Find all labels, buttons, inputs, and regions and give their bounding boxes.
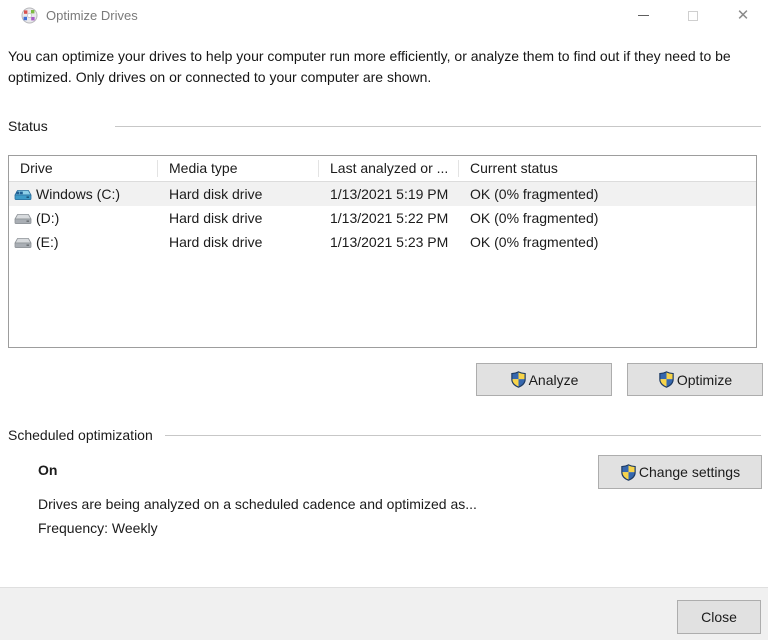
minimize-button[interactable] [618,0,668,31]
drive-icon [14,210,32,226]
close-button-label: Close [701,609,737,625]
media-type-value: Hard disk drive [169,210,263,226]
drive-table: Drive Media type Last analyzed or ... Cu… [8,155,757,348]
close-button[interactable]: Close [677,600,761,634]
column-header-drive[interactable]: Drive [9,160,158,177]
column-header-last-analyzed[interactable]: Last analyzed or ... [319,160,459,177]
current-status-value: OK (0% fragmented) [470,186,599,202]
maximize-icon [688,10,698,21]
current-status-value: OK (0% fragmented) [470,234,599,250]
analyze-button[interactable]: Analyze [476,363,612,396]
scheduled-section-divider [164,434,761,436]
change-settings-button-label: Change settings [638,464,741,480]
drive-name: (D:) [36,210,60,226]
scheduled-section-label: Scheduled optimization [8,427,153,443]
frequency-value: Frequency: Weekly [38,520,158,536]
analyze-button-label: Analyze [528,371,579,388]
table-row[interactable]: Windows (C:) Hard disk drive 1/13/2021 5… [9,182,756,206]
column-header-media-type[interactable]: Media type [158,160,319,177]
last-analyzed-value: 1/13/2021 5:23 PM [330,234,449,250]
window-controls: ✕ [618,0,768,31]
table-row[interactable]: (D:) Hard disk drive 1/13/2021 5:22 PM O… [9,206,756,230]
last-analyzed-value: 1/13/2021 5:22 PM [330,210,449,226]
uac-shield-icon [658,371,675,388]
drive-actions: Analyze Optimize [476,363,763,396]
uac-shield-icon [510,371,527,388]
title-bar: Optimize Drives ✕ [0,0,768,32]
dialog-footer: Close [0,587,768,640]
close-window-button[interactable]: ✕ [718,0,768,31]
status-section-divider [115,125,761,127]
drive-name: (E:) [36,234,59,250]
minimize-icon [637,15,649,16]
scheduled-description: Drives are being analyzed on a scheduled… [38,496,477,512]
drive-icon [14,234,32,250]
dialog-description: You can optimize your drives to help you… [8,48,731,85]
last-analyzed-value: 1/13/2021 5:19 PM [330,186,449,202]
drive-table-header: Drive Media type Last analyzed or ... Cu… [9,156,756,182]
drive-table-body: Windows (C:) Hard disk drive 1/13/2021 5… [9,182,756,254]
media-type-value: Hard disk drive [169,234,263,250]
table-row[interactable]: (E:) Hard disk drive 1/13/2021 5:23 PM O… [9,230,756,254]
optimize-button-label: Optimize [676,371,733,388]
window-title: Optimize Drives [46,8,138,23]
change-settings-button[interactable]: Change settings [598,455,762,489]
close-icon: ✕ [736,7,750,24]
drive-name: Windows (C:) [36,186,121,202]
status-section-label: Status [8,118,48,134]
scheduled-state: On [38,462,58,478]
maximize-button[interactable] [668,0,718,31]
optimize-drives-app-icon [21,7,38,24]
windows-drive-icon [14,186,32,202]
optimize-button[interactable]: Optimize [627,363,763,396]
column-header-current-status[interactable]: Current status [459,160,756,177]
current-status-value: OK (0% fragmented) [470,210,599,226]
uac-shield-icon [620,464,637,481]
status-section-header: Status [8,118,761,134]
media-type-value: Hard disk drive [169,186,263,202]
scheduled-section-header: Scheduled optimization [8,427,761,443]
